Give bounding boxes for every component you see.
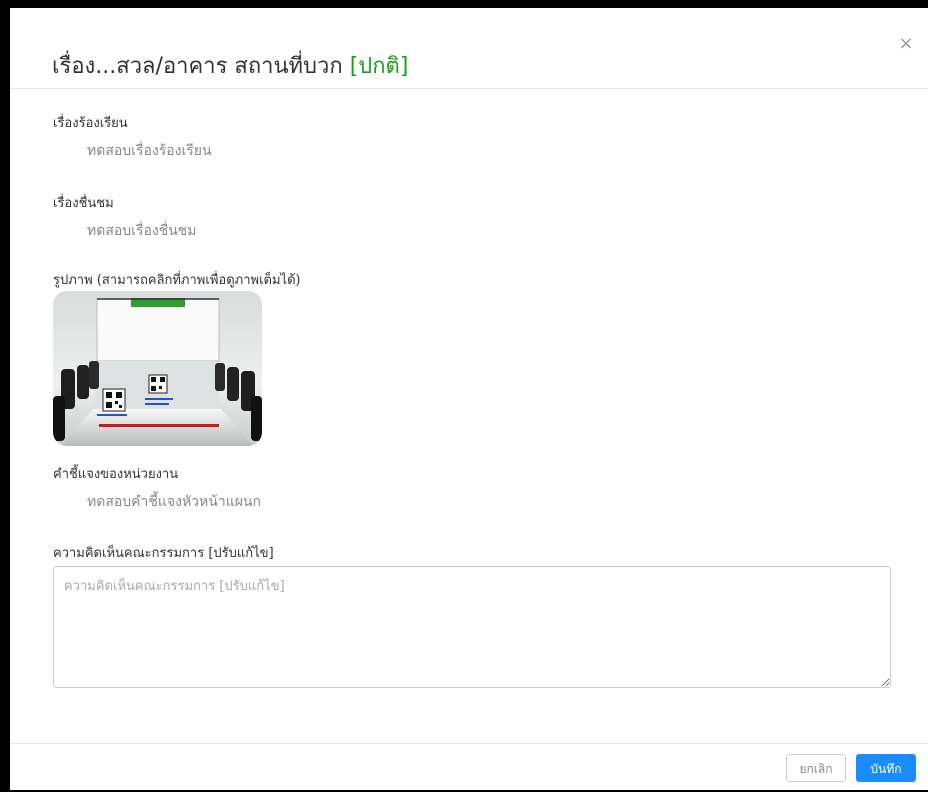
modal-footer: ยกเลิก บันทึก	[10, 743, 928, 790]
praise-value: ทดสอบเรื่องชื่นชม	[87, 223, 197, 239]
complaint-label: เรื่องร้องเรียน	[53, 116, 128, 131]
committee-comment-input[interactable]	[53, 566, 891, 688]
image-label: รูปภาพ (สามารถคลิกที่ภาพเพื่อดูภาพเต็มได…	[53, 273, 301, 288]
meeting-room-illustration	[53, 291, 262, 446]
modal-title-text: เรื่อง...สวล/อาคาร สถานที่บวก	[52, 54, 343, 79]
complaint-value: ทดสอบเรื่องร้องเรียน	[87, 143, 212, 159]
meeting-room-photo[interactable]	[53, 291, 262, 446]
status-tag: [ปกติ]	[349, 54, 409, 79]
modal-dialog: เรื่อง...สวล/อาคาร สถานที่บวก [ปกติ] × เ…	[10, 8, 928, 790]
agency-value: ทดสอบคำชี้แจงหัวหน้าแผนก	[87, 494, 261, 510]
praise-label: เรื่องชื่นชม	[53, 196, 114, 211]
close-icon[interactable]: ×	[896, 34, 916, 54]
modal-body: เรื่องร้องเรียน ทดสอบเรื่องร้องเรียน เรื…	[10, 89, 928, 744]
save-button[interactable]: บันทึก	[856, 754, 916, 782]
committee-label: ความคิดเห็นคณะกรรมการ [ปรับแก้ไข]	[53, 546, 274, 561]
modal-header: เรื่อง...สวล/อาคาร สถานที่บวก [ปกติ] ×	[10, 8, 928, 89]
cancel-button[interactable]: ยกเลิก	[786, 754, 846, 782]
modal-title: เรื่อง...สวล/อาคาร สถานที่บวก [ปกติ]	[52, 48, 408, 83]
agency-label: คำชี้แจงของหน่วยงาน	[53, 467, 179, 482]
